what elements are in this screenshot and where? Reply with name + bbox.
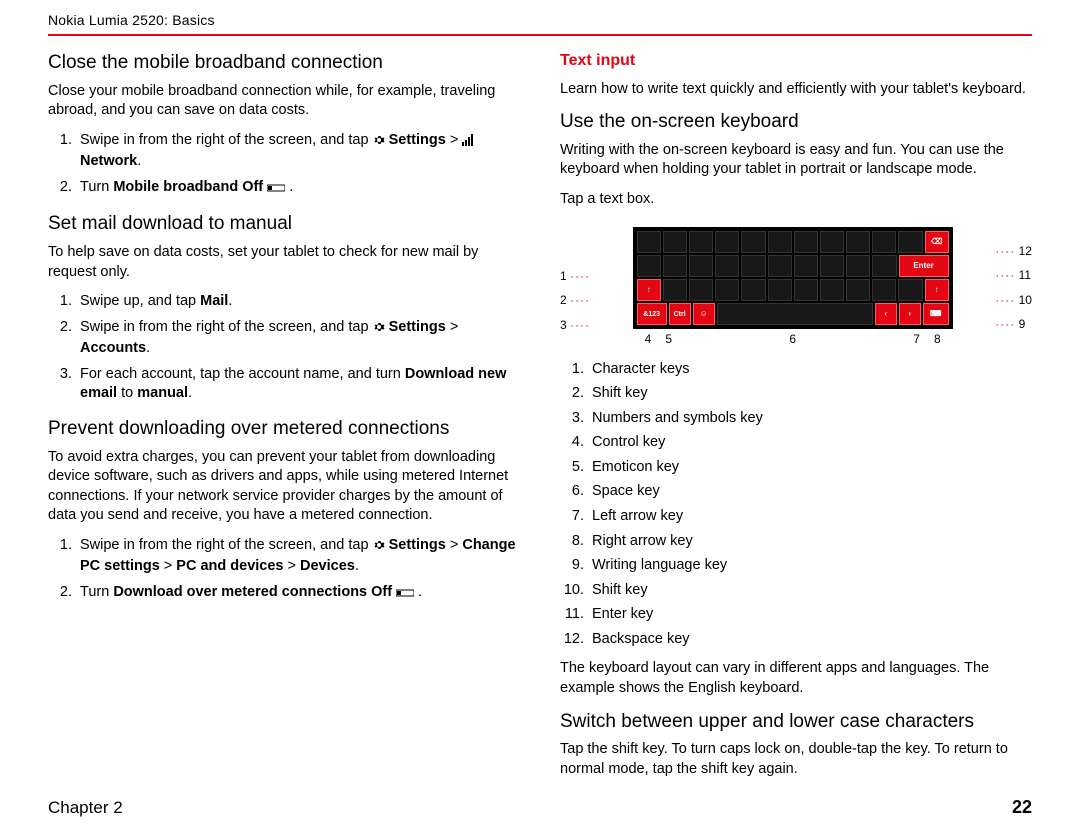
p-close-broadband: Close your mobile broadband connection w… <box>48 82 520 121</box>
legend-item: Shift key <box>588 581 1032 601</box>
legend-item: Numbers and symbols key <box>588 409 1032 429</box>
num-sym-key: &123 <box>637 303 667 325</box>
right-arrow-key: › <box>899 303 921 325</box>
red-rule <box>48 34 1032 36</box>
legend-item: Emoticon key <box>588 458 1032 478</box>
shift-key-left: ↑ <box>637 279 661 301</box>
shift-key-right: ↑ <box>925 279 949 301</box>
heading-mail-manual: Set mail download to manual <box>48 211 520 237</box>
label-3: 3 ···· <box>560 317 590 333</box>
label-2: 2 ···· <box>560 292 590 308</box>
p-text-input: Learn how to write text quickly and effi… <box>560 80 1032 100</box>
columns: Close the mobile broadband connection Cl… <box>48 50 1032 789</box>
enter-key: Enter <box>899 255 949 277</box>
p-onscreen-kbd: Writing with the on-screen keyboard is e… <box>560 141 1032 180</box>
legend-item: Enter key <box>588 605 1032 625</box>
p-mail-manual: To help save on data costs, set your tab… <box>48 243 520 282</box>
list-item: Turn Download over metered connections O… <box>76 583 520 605</box>
chapter-label: Chapter 2 <box>48 798 123 818</box>
label-10: ···· 10 <box>995 292 1032 308</box>
toggle-off-icon <box>396 585 414 605</box>
heading-metered: Prevent downloading over metered connect… <box>48 416 520 442</box>
left-column: Close the mobile broadband connection Cl… <box>48 50 520 789</box>
legend-item: Backspace key <box>588 630 1032 650</box>
list-item: Turn Mobile broadband Off . <box>76 178 520 200</box>
right-column: Text input Learn how to write text quick… <box>560 50 1032 789</box>
bottom-labels: 4 5 6 7 8 <box>633 331 953 347</box>
heading-switch-case: Switch between upper and lower case char… <box>560 709 1032 735</box>
list-item: For each account, tap the account name, … <box>76 365 520 404</box>
label-12: ···· 12 <box>995 243 1032 259</box>
space-key <box>717 303 873 325</box>
label-1: 1 ···· <box>560 268 590 284</box>
toggle-off-icon <box>267 180 285 200</box>
steps-metered: Swipe in from the right of the screen, a… <box>48 536 520 605</box>
page-number: 22 <box>1012 797 1032 818</box>
legend-item: Left arrow key <box>588 507 1032 527</box>
legend-item: Control key <box>588 433 1032 453</box>
steps-close-broadband: Swipe in from the right of the screen, a… <box>48 131 520 200</box>
p-tap-textbox: Tap a text box. <box>560 190 1032 210</box>
page: Nokia Lumia 2520: Basics Close the mobil… <box>0 0 1080 838</box>
heading-onscreen-kbd: Use the on-screen keyboard <box>560 109 1032 135</box>
label-11: ···· 11 <box>995 267 1031 283</box>
left-arrow-key: ‹ <box>875 303 897 325</box>
list-item: Swipe in from the right of the screen, a… <box>76 131 520 172</box>
p-metered: To avoid extra charges, you can prevent … <box>48 448 520 526</box>
legend-item: Writing language key <box>588 556 1032 576</box>
doc-header: Nokia Lumia 2520: Basics <box>48 12 1032 28</box>
legend-item: Character keys <box>588 360 1032 380</box>
steps-mail-manual: Swipe up, and tap Mail. Swipe in from th… <box>48 292 520 404</box>
p-kbd-layout-note: The keyboard layout can vary in differen… <box>560 659 1032 698</box>
gear-icon <box>373 320 385 340</box>
list-item: Swipe up, and tap Mail. <box>76 292 520 312</box>
keyboard-diagram: ⌫ Enter ↑ ↑ <box>633 227 953 347</box>
emoticon-key: ☺ <box>693 303 715 325</box>
ctrl-key: Ctrl <box>669 303 691 325</box>
footer: Chapter 2 22 <box>48 797 1032 818</box>
backspace-key: ⌫ <box>925 231 949 253</box>
list-item: Swipe in from the right of the screen, a… <box>76 536 520 577</box>
label-9: ···· 9 <box>995 316 1025 332</box>
legend-item: Right arrow key <box>588 532 1032 552</box>
legend-item: Space key <box>588 482 1032 502</box>
heading-text-input: Text input <box>560 50 1032 72</box>
heading-close-broadband: Close the mobile broadband connection <box>48 50 520 76</box>
list-item: Swipe in from the right of the screen, a… <box>76 318 520 359</box>
keyboard-legend: Character keys Shift key Numbers and sym… <box>560 360 1032 650</box>
legend-item: Shift key <box>588 384 1032 404</box>
lang-key: ⌨ <box>923 303 949 325</box>
p-switch-case: Tap the shift key. To turn caps lock on,… <box>560 740 1032 779</box>
gear-icon <box>373 538 385 558</box>
signal-icon <box>462 133 474 153</box>
gear-icon <box>373 133 385 153</box>
